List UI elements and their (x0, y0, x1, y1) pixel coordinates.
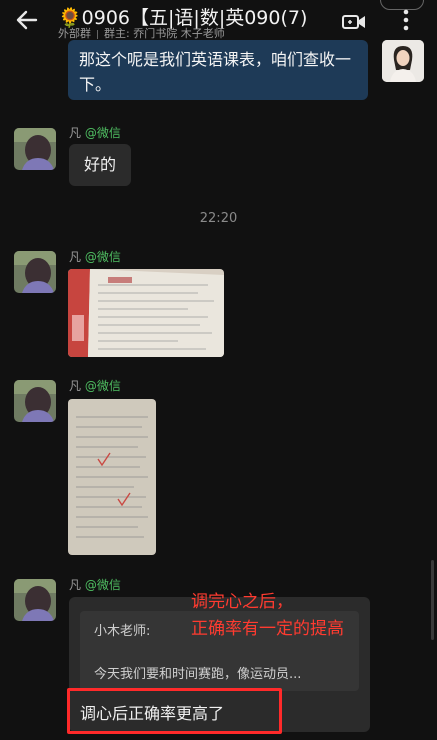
photo-message[interactable] (68, 399, 156, 555)
photo-message[interactable] (68, 269, 224, 357)
sender-name: 凡 (69, 250, 82, 264)
sender-source: @微信 (84, 379, 121, 393)
arrow-left-icon[interactable] (14, 7, 40, 33)
member-count: (7) (280, 7, 308, 29)
red-annotation: 调完心之后， 正确率有一定的提高 (191, 589, 344, 643)
avatar[interactable] (14, 579, 56, 621)
highlight-box (67, 688, 282, 734)
sender-source: @微信 (84, 250, 121, 264)
sender-label: 凡 @微信 (69, 248, 121, 265)
annotation-line-2: 正确率有一定的提高 (191, 619, 344, 639)
group-owner-label: 群主: 乔门书院 木子老师 (104, 27, 225, 40)
sender-name: 凡 (69, 379, 82, 393)
my-avatar[interactable] (382, 40, 424, 82)
external-group-tag: 外部群 (58, 27, 91, 40)
divider (97, 29, 98, 39)
quote-author: 小木老师: (94, 624, 151, 639)
avatar[interactable] (14, 380, 56, 422)
my-message-text: 那这个呢是我们英语课表，咱们查收一下。 (79, 50, 352, 94)
timestamp: 22:20 (199, 211, 238, 226)
annotation-line-1: 调完心之后， (191, 592, 293, 612)
avatar[interactable] (14, 128, 56, 170)
sender-label: 凡 @微信 (69, 377, 121, 394)
sender-label: 凡 @微信 (69, 124, 121, 141)
sender-name: 凡 (69, 126, 82, 140)
avatar[interactable] (14, 251, 56, 293)
sender-name: 凡 (69, 578, 82, 592)
quote-text: 今天我们要和时间赛跑，像运动员... (94, 667, 302, 682)
sender-source: @微信 (84, 578, 121, 592)
sender-source: @微信 (84, 126, 121, 140)
my-message-bubble[interactable]: 那这个呢是我们英语课表，咱们查收一下。 (68, 40, 368, 100)
scrollbar[interactable] (431, 560, 434, 640)
sender-label: 凡 @微信 (69, 576, 121, 593)
message-text: 好的 (83, 155, 116, 174)
group-subtitle: 外部群 群主: 乔门书院 木子老师 (58, 25, 225, 41)
video-call-icon[interactable] (342, 14, 366, 30)
more-vertical-icon[interactable] (398, 5, 414, 35)
message-bubble[interactable]: 好的 (69, 144, 131, 186)
